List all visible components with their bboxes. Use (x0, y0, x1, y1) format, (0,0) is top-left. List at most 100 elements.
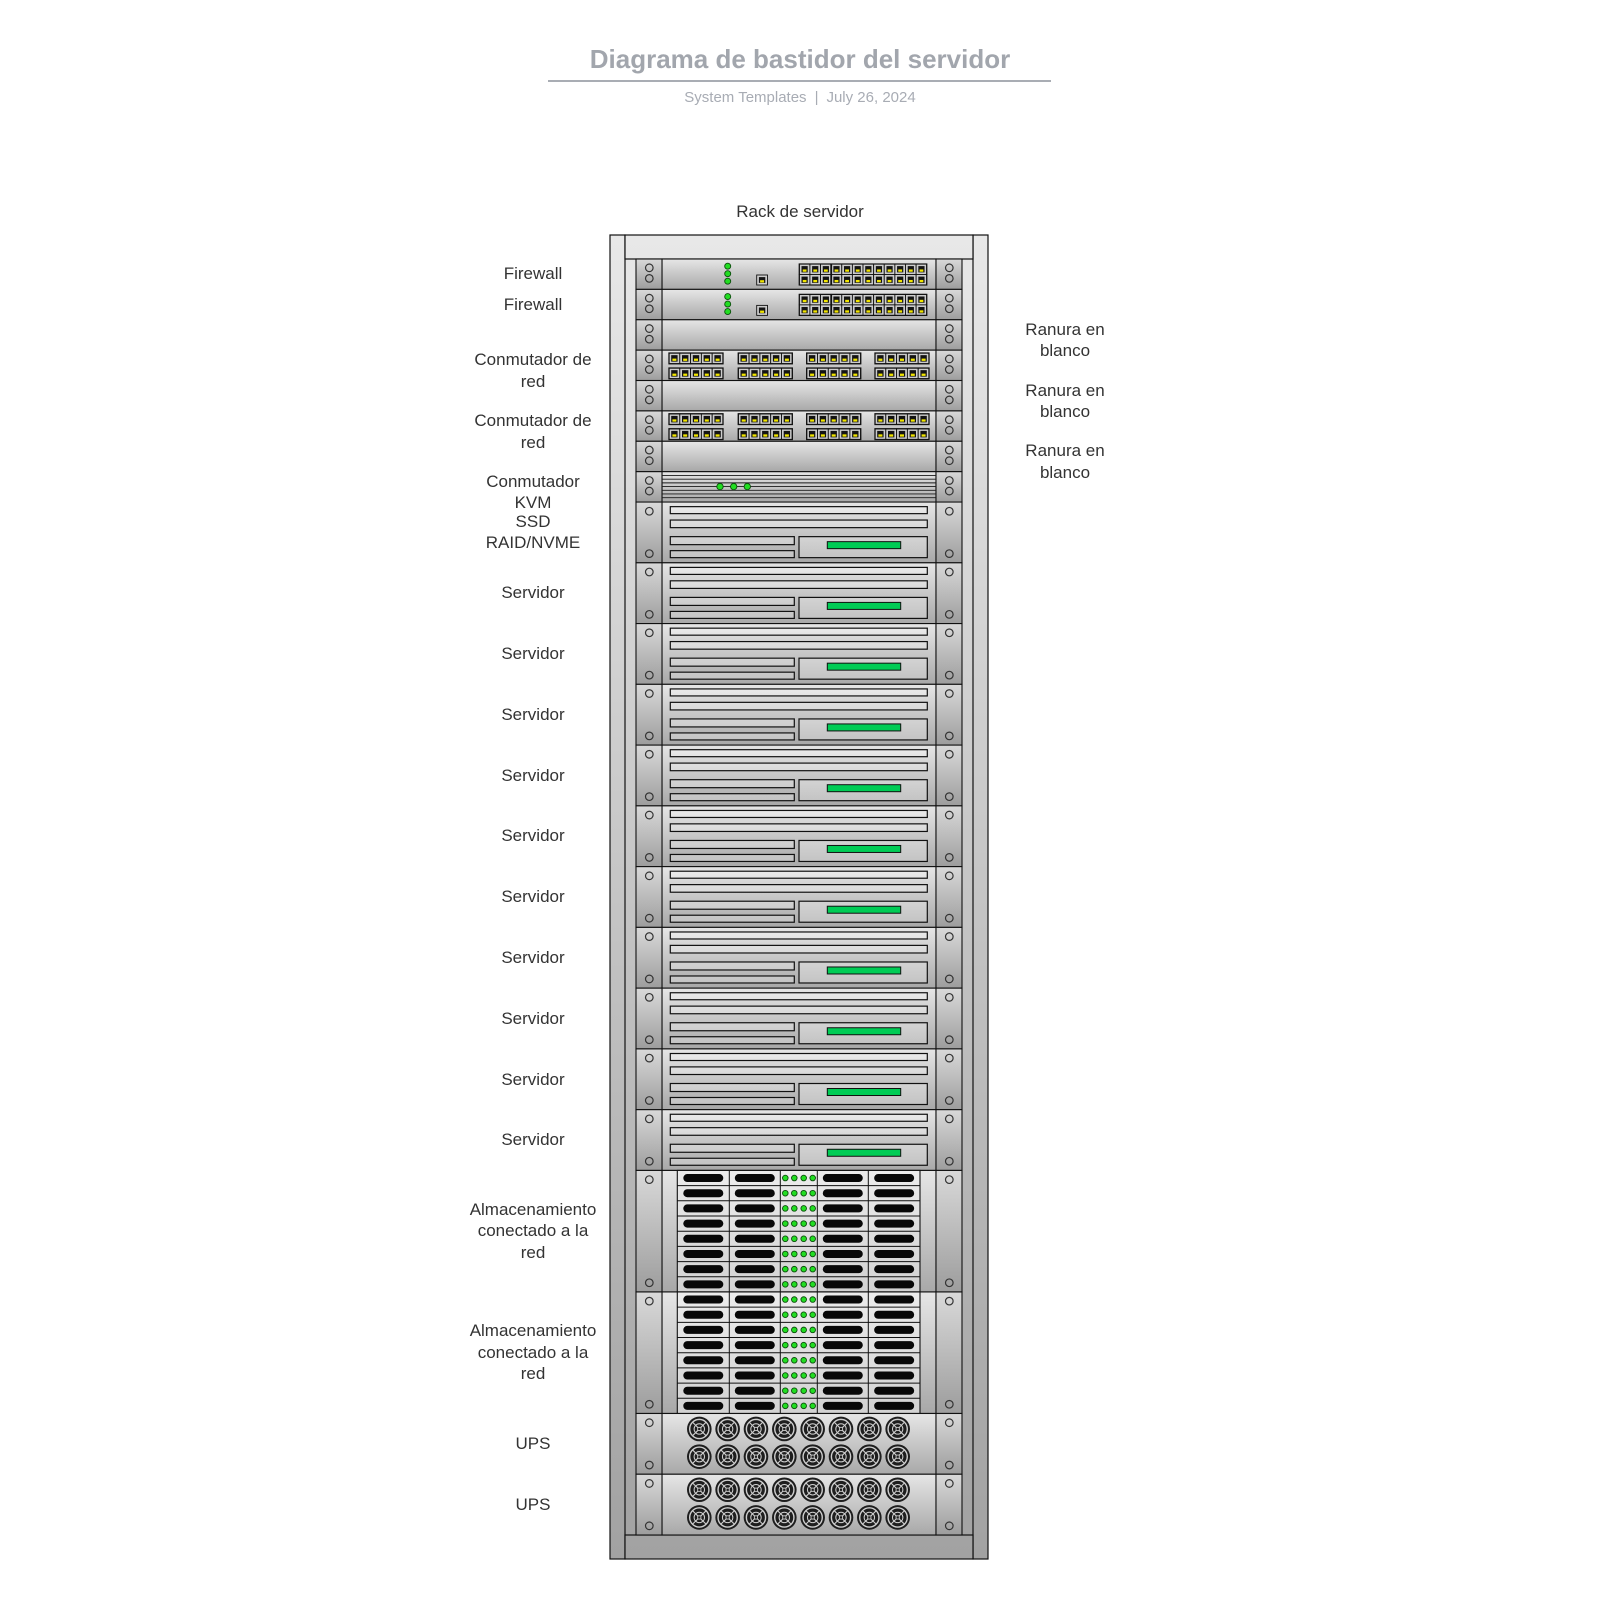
ethernet-port (830, 263, 843, 275)
port-contacts (784, 373, 789, 376)
port-contacts (823, 279, 828, 283)
drive-bay (669, 701, 928, 711)
fan-housing (828, 1444, 854, 1469)
right-mounting-ear (935, 623, 963, 685)
ethernet-port (906, 352, 919, 365)
status-led (800, 1281, 807, 1288)
drive-bay (669, 870, 928, 879)
fan-grille-icon (687, 1416, 712, 1442)
drive-slot (822, 1174, 863, 1183)
drive-slot (822, 1356, 863, 1365)
status-led (782, 1372, 789, 1379)
ethernet-port (885, 352, 898, 365)
left-mounting-ear (635, 926, 663, 989)
ethernet-port (700, 413, 713, 425)
ethernet-port (668, 352, 681, 365)
status-led (809, 1189, 816, 1197)
port-group (806, 428, 862, 441)
port-contacts (845, 269, 849, 272)
ethernet-port (849, 352, 862, 365)
ethernet-port (896, 367, 908, 380)
drive-slot (822, 1219, 863, 1228)
fan-housing (857, 1416, 882, 1442)
right-mounting-ear (935, 1169, 963, 1293)
drive-slot (683, 1310, 724, 1319)
fan-grille-icon (828, 1505, 854, 1530)
port-group (874, 413, 930, 426)
ethernet-port (851, 263, 864, 275)
fan-grille-icon (687, 1505, 712, 1530)
fan-housing (687, 1505, 712, 1530)
rack-device-nas (635, 1291, 963, 1415)
left-mounting-ear (635, 1291, 663, 1415)
drive-slot (734, 1310, 775, 1319)
drive-bay (669, 566, 928, 576)
port-contacts (921, 373, 926, 376)
ethernet-port (809, 293, 821, 306)
status-led (800, 1402, 807, 1410)
port-contacts (741, 419, 746, 422)
drive-slot (822, 1341, 863, 1350)
left-mounting-ear (635, 1169, 663, 1293)
rack-device-server (635, 926, 963, 989)
status-led (791, 1174, 798, 1182)
ethernet-port (862, 263, 875, 275)
status-led (800, 1250, 807, 1258)
fan-housing (687, 1444, 712, 1469)
rack-device-firewall (635, 288, 963, 321)
ethernet-port (817, 428, 829, 440)
left-mounting-ear (635, 1048, 663, 1111)
ethernet-port (748, 428, 761, 440)
port-contacts (919, 279, 924, 283)
ethernet-port (748, 367, 761, 380)
drive-slot (683, 1295, 724, 1304)
rack-device-server (635, 805, 963, 868)
status-led (791, 1341, 798, 1349)
status-led (791, 1326, 798, 1334)
port-group (668, 367, 724, 380)
ethernet-port (711, 413, 724, 425)
ethernet-port (841, 293, 853, 306)
drive-bay (669, 732, 795, 741)
fan-housing (800, 1477, 825, 1503)
port-contacts (900, 434, 904, 437)
status-leds (724, 262, 732, 285)
status-led (809, 1235, 816, 1243)
ethernet-port (838, 367, 851, 380)
port-contacts (898, 279, 903, 283)
port-contacts (887, 269, 892, 272)
ethernet-port (851, 304, 864, 316)
left-mounting-ear (635, 623, 663, 685)
fan-grille-icon (743, 1477, 769, 1503)
drive-slot (734, 1234, 775, 1243)
status-led (724, 300, 732, 308)
drive-slot (874, 1341, 915, 1350)
status-led (791, 1250, 798, 1258)
status-led (809, 1220, 816, 1227)
port-contacts (877, 299, 881, 303)
status-led (791, 1220, 798, 1227)
port-contacts (774, 373, 779, 376)
ethernet-port (917, 413, 930, 425)
status-led (716, 482, 724, 491)
uplink-port (756, 304, 768, 316)
port-contacts (908, 279, 913, 283)
fan-grille-icon (828, 1477, 854, 1503)
port-contacts (823, 310, 828, 313)
fan-grille-icon (885, 1505, 910, 1530)
drive-slot (734, 1204, 775, 1213)
right-mounting-ear (935, 1048, 963, 1111)
fan-grille-icon (715, 1477, 740, 1503)
drive-slot (822, 1371, 863, 1380)
port-contacts (853, 373, 858, 376)
ethernet-port (820, 274, 832, 286)
status-led (724, 293, 732, 301)
rack-device-nas (635, 1169, 963, 1293)
drive-slot (683, 1356, 724, 1365)
fan-housing (743, 1444, 769, 1469)
port-contacts (813, 299, 818, 303)
drive-slot (874, 1386, 915, 1395)
port-contacts (672, 434, 677, 437)
drive-bay (669, 779, 795, 789)
port-group (874, 352, 930, 365)
